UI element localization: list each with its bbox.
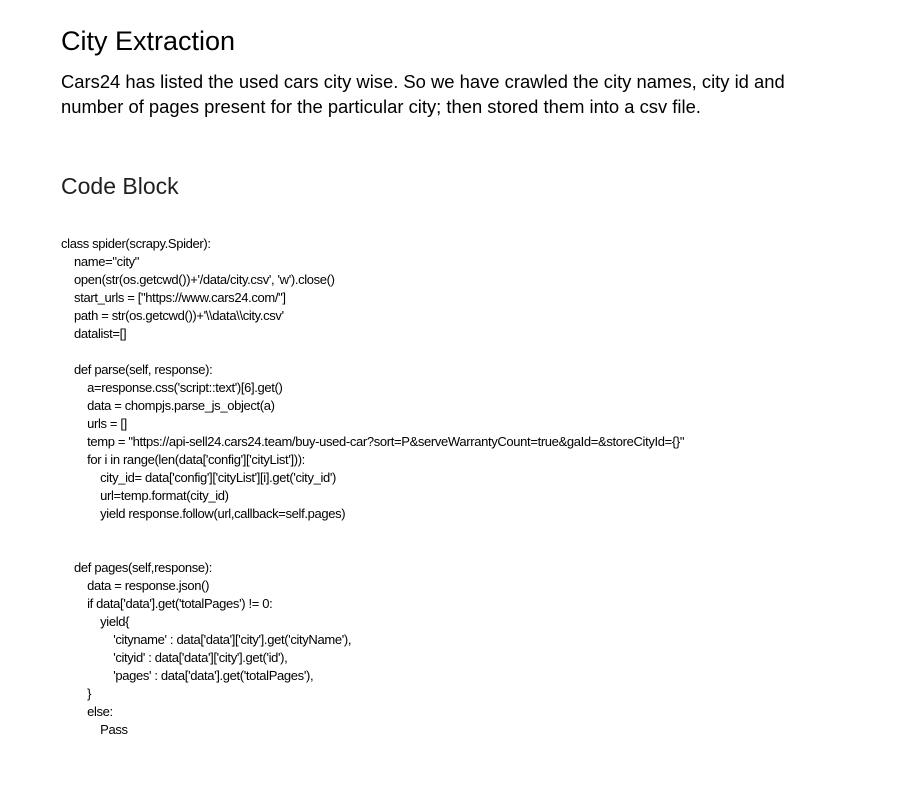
intro-paragraph: Cars24 has listed the used cars city wis… — [61, 71, 785, 117]
code-block: class spider(scrapy.Spider): name="city"… — [61, 235, 684, 739]
code-line: yield{ — [61, 614, 130, 629]
code-line: for i in range(len(data['config']['cityL… — [61, 452, 305, 467]
code-line: data = response.json() — [61, 578, 210, 593]
code-line: yield response.follow(url,callback=self.… — [61, 506, 346, 521]
code-line: 'pages' : data['data'].get('totalPages')… — [61, 668, 314, 683]
code-line: datalist=[] — [61, 326, 127, 341]
code-line: else: — [61, 704, 113, 719]
code-line: urls = [] — [61, 416, 127, 431]
code-block-heading: Code Block — [61, 173, 179, 199]
code-line: class spider(scrapy.Spider): — [61, 236, 211, 251]
code-line: a=response.css('script::text')[6].get() — [61, 380, 283, 395]
page-title: City Extraction — [61, 26, 236, 56]
code-line: name="city" — [61, 254, 140, 269]
code-line: } — [61, 686, 92, 701]
code-line: url=temp.format(city_id) — [61, 488, 229, 503]
code-line: temp = "https://api-sell24.cars24.team/b… — [61, 434, 685, 449]
code-line: 'cityname' : data['data']['city'].get('c… — [61, 632, 352, 647]
code-line: start_urls = ["https://www.cars24.com/"] — [61, 290, 286, 305]
code-line: def parse(self, response): — [61, 362, 213, 377]
code-line: 'cityid' : data['data']['city'].get('id'… — [61, 650, 288, 665]
code-line: city_id= data['config']['cityList'][i].g… — [61, 470, 337, 485]
code-line: if data['data'].get('totalPages') != 0: — [61, 596, 273, 611]
code-line: open(str(os.getcwd())+'/data/city.csv', … — [61, 272, 335, 287]
code-line: path = str(os.getcwd())+'\\data\\city.cs… — [61, 308, 284, 323]
code-line: data = chompjs.parse_js_object(a) — [61, 398, 275, 413]
code-line: def pages(self,response): — [61, 560, 212, 575]
code-line: Pass — [61, 722, 128, 737]
